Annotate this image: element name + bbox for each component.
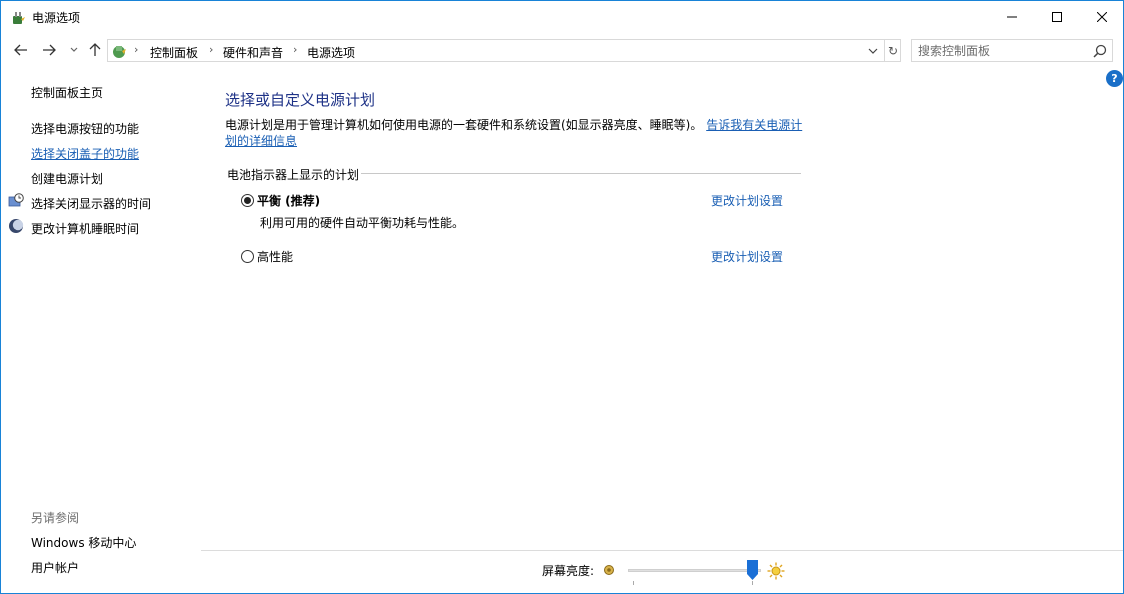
sidebar-item-control-panel-home[interactable]: 控制面板主页 bbox=[31, 84, 103, 101]
power-options-icon bbox=[13, 12, 25, 24]
back-arrow-icon bbox=[14, 44, 27, 56]
see-also-user-accounts[interactable]: 用户帐户 bbox=[31, 559, 79, 576]
refresh-button[interactable]: ↻ bbox=[884, 40, 901, 61]
display-clock-icon bbox=[8, 193, 24, 207]
chevron-down-icon bbox=[70, 47, 78, 52]
breadcrumb-hardware-sound[interactable]: 硬件和声音 bbox=[223, 44, 283, 61]
sidebar: 控制面板主页 选择电源按钮的功能 选择关闭盖子的功能 创建电源计划 选择关闭显示… bbox=[1, 71, 201, 591]
control-panel-icon bbox=[113, 46, 126, 58]
sidebar-item-sleep-time[interactable]: 更改计算机睡眠时间 bbox=[31, 220, 139, 237]
breadcrumb-separator[interactable]: › bbox=[209, 43, 213, 56]
slider-tick bbox=[633, 581, 634, 585]
up-arrow-icon bbox=[89, 43, 101, 56]
plan-balanced-change-settings-link[interactable]: 更改计划设置 bbox=[711, 192, 783, 209]
dim-brightness-icon bbox=[604, 565, 614, 575]
sidebar-item-power-button[interactable]: 选择电源按钮的功能 bbox=[31, 120, 139, 137]
see-also-title: 另请参阅 bbox=[31, 511, 80, 525]
sidebar-item-display-off-time[interactable]: 选择关闭显示器的时间 bbox=[31, 195, 151, 212]
brightness-slider-track[interactable] bbox=[628, 569, 761, 572]
recent-locations-button[interactable] bbox=[64, 40, 84, 60]
navigation-bar: › 控制面板 › 硬件和声音 › 电源选项 ↻ bbox=[1, 37, 1123, 63]
breadcrumb-control-panel[interactable]: 控制面板 bbox=[150, 44, 198, 61]
plan-group-label: 电池指示器上显示的计划 bbox=[227, 168, 360, 182]
group-divider bbox=[361, 173, 801, 174]
refresh-icon: ↻ bbox=[887, 43, 899, 58]
back-button[interactable] bbox=[11, 40, 31, 60]
search-icon[interactable] bbox=[1092, 43, 1108, 59]
plan-high-performance-change-settings-link[interactable]: 更改计划设置 bbox=[711, 248, 783, 265]
maximize-icon bbox=[1052, 12, 1062, 22]
up-button[interactable] bbox=[85, 40, 105, 60]
close-icon bbox=[1097, 12, 1107, 22]
minimize-button[interactable] bbox=[989, 1, 1035, 33]
slider-tick bbox=[752, 581, 753, 585]
power-options-window: 电源选项 › 控制面板 › 硬件和声音 › 电源选项 ↻ 搜索控制面板 ? 控制… bbox=[0, 0, 1124, 594]
sleep-moon-icon bbox=[9, 219, 24, 233]
help-button[interactable]: ? bbox=[1106, 70, 1123, 87]
plan-high-performance-name[interactable]: 高性能 bbox=[257, 248, 293, 265]
title-bar: 电源选项 bbox=[1, 1, 1123, 33]
see-also-mobility-center[interactable]: Windows 移动中心 bbox=[31, 534, 136, 551]
forward-arrow-icon bbox=[43, 44, 56, 56]
search-input[interactable] bbox=[918, 42, 1088, 59]
breadcrumb-separator[interactable]: › bbox=[293, 43, 297, 56]
page-title: 选择或自定义电源计划 bbox=[225, 91, 376, 109]
description-text: 电源计划是用于管理计算机如何使用电源的一套硬件和系统设置(如显示器亮度、睡眠等)… bbox=[225, 118, 703, 132]
plan-balanced-description: 利用可用的硬件自动平衡功耗与性能。 bbox=[260, 216, 465, 230]
address-dropdown-button[interactable] bbox=[868, 43, 882, 59]
maximize-button[interactable] bbox=[1034, 1, 1080, 33]
close-button[interactable] bbox=[1079, 1, 1124, 33]
help-icon: ? bbox=[1111, 72, 1118, 85]
breadcrumb-separator[interactable]: › bbox=[134, 43, 138, 56]
bright-brightness-icon bbox=[767, 562, 785, 580]
forward-button[interactable] bbox=[39, 40, 59, 60]
plan-high-performance-radio[interactable] bbox=[241, 250, 254, 263]
brightness-slider-thumb[interactable] bbox=[747, 560, 758, 580]
page-description: 电源计划是用于管理计算机如何使用电源的一套硬件和系统设置(如显示器亮度、睡眠等)… bbox=[225, 117, 805, 149]
chevron-down-icon bbox=[868, 48, 878, 54]
address-bar[interactable]: › 控制面板 › 硬件和声音 › 电源选项 ↻ bbox=[107, 39, 901, 62]
minimize-icon bbox=[1007, 16, 1017, 18]
sidebar-item-lid-close[interactable]: 选择关闭盖子的功能 bbox=[31, 145, 139, 162]
bottom-divider bbox=[201, 550, 1123, 551]
brightness-label: 屏幕亮度: bbox=[542, 564, 595, 578]
sidebar-item-create-plan[interactable]: 创建电源计划 bbox=[31, 170, 103, 187]
plan-balanced-name[interactable]: 平衡 (推荐) bbox=[257, 192, 320, 209]
plan-balanced-radio[interactable] bbox=[241, 194, 254, 207]
breadcrumb-power-options[interactable]: 电源选项 bbox=[307, 44, 355, 61]
search-box[interactable] bbox=[911, 39, 1113, 62]
window-title: 电源选项 bbox=[32, 11, 81, 25]
